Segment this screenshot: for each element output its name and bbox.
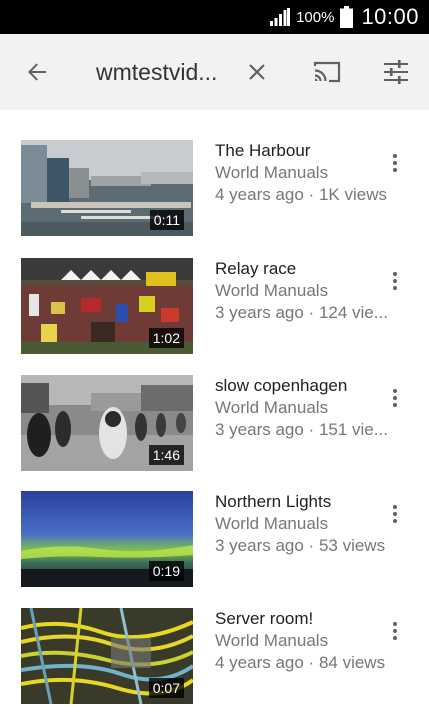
more-options-button[interactable] [383, 498, 407, 530]
video-duration: 0:07 [148, 678, 184, 698]
more-vert-icon [393, 622, 397, 640]
video-title[interactable]: Relay race [215, 258, 407, 280]
signal-icon [270, 8, 291, 26]
video-title[interactable]: The Harbour [215, 140, 407, 162]
video-title[interactable]: Northern Lights [215, 491, 407, 513]
search-header: wmtestvid... [0, 34, 429, 110]
more-vert-icon [393, 389, 397, 407]
clock: 10:00 [361, 4, 419, 29]
filter-button[interactable] [372, 34, 420, 110]
video-meta: slow copenhagen World Manuals 3 years ag… [215, 375, 407, 441]
more-options-button[interactable] [383, 147, 407, 179]
video-title[interactable]: Server room! [215, 608, 407, 630]
channel-name: World Manuals [215, 281, 329, 300]
video-result[interactable]: 0:07 Server room! World Manuals 4 years … [0, 578, 429, 704]
more-vert-icon [393, 272, 397, 290]
channel-name: World Manuals [215, 631, 329, 650]
video-title[interactable]: slow copenhagen [215, 375, 407, 397]
video-thumbnail[interactable]: 0:11 [21, 140, 193, 236]
more-options-button[interactable] [383, 615, 407, 647]
video-stats: 3 years ago · 124 vie... [215, 303, 388, 322]
clear-search-button[interactable] [237, 34, 277, 110]
video-meta: Relay race World Manuals 3 years ago · 1… [215, 258, 407, 324]
video-result[interactable]: 1:02 Relay race World Manuals 3 years ag… [0, 228, 429, 354]
video-result[interactable]: 1:46 slow copenhagen World Manuals 3 yea… [0, 345, 429, 471]
cast-icon [313, 61, 341, 83]
video-stats: 3 years ago · 151 vie... [215, 420, 388, 439]
back-arrow-icon [28, 63, 46, 81]
more-options-button[interactable] [383, 265, 407, 297]
channel-name: World Manuals [215, 398, 329, 417]
video-thumbnail[interactable]: 1:02 [21, 258, 193, 354]
video-stats: 3 years ago · 53 views [215, 536, 386, 555]
video-thumbnail[interactable]: 0:19 [21, 491, 193, 587]
cast-button[interactable] [305, 34, 349, 110]
back-button[interactable] [14, 34, 60, 110]
video-stats: 4 years ago · 84 views [215, 653, 386, 672]
video-thumbnail[interactable]: 0:07 [21, 608, 193, 704]
battery-icon [340, 6, 354, 28]
search-query[interactable]: wmtestvid... [96, 34, 236, 110]
more-vert-icon [393, 505, 397, 523]
close-icon [249, 64, 265, 80]
more-options-button[interactable] [383, 382, 407, 414]
video-stats: 4 years ago · 1K views [215, 185, 387, 204]
video-meta: Server room! World Manuals 4 years ago ·… [215, 608, 407, 674]
video-thumbnail[interactable]: 1:46 [21, 375, 193, 471]
channel-name: World Manuals [215, 163, 329, 182]
status-indicators: 100% 10:00 [270, 0, 419, 34]
video-meta: The Harbour World Manuals 4 years ago · … [215, 140, 407, 206]
video-duration: 0:11 [149, 210, 184, 230]
status-bar: 100% 10:00 [0, 0, 429, 34]
video-result[interactable]: 0:19 Northern Lights World Manuals 3 yea… [0, 461, 429, 587]
filter-icon [384, 60, 408, 84]
video-meta: Northern Lights World Manuals 3 years ag… [215, 491, 407, 557]
battery-percent: 100% [296, 8, 335, 26]
more-vert-icon [393, 154, 397, 172]
video-result[interactable]: 0:11 The Harbour World Manuals 4 years a… [0, 110, 429, 236]
channel-name: World Manuals [215, 514, 329, 533]
